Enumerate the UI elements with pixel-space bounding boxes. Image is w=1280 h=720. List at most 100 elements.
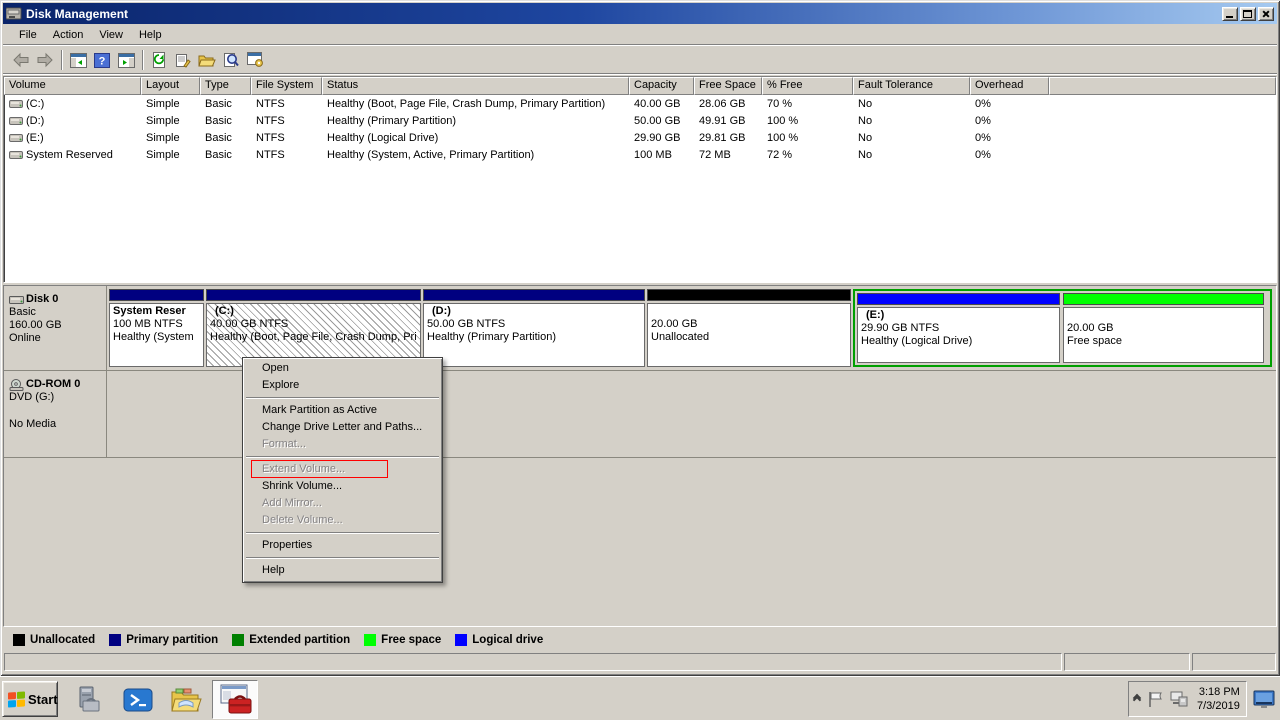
legend-unallocated: Unallocated	[13, 634, 95, 646]
status-bar	[3, 651, 1277, 673]
column-fault-tolerance[interactable]: Fault Tolerance	[853, 77, 970, 95]
column-volume[interactable]: Volume	[4, 77, 141, 95]
taskbar-clock[interactable]: 3:18 PM 7/3/2019	[1197, 685, 1240, 713]
column-file-system[interactable]: File System	[251, 77, 322, 95]
svg-text:?: ?	[99, 55, 106, 67]
menu-separator	[246, 397, 439, 399]
volume-row-c[interactable]: (C:) Simple Basic NTFS Healthy (Boot, Pa…	[4, 95, 1276, 112]
view-button[interactable]	[219, 49, 243, 71]
properties-icon	[175, 52, 191, 68]
help-toolbar-button[interactable]: ?	[90, 49, 114, 71]
partition-system-reserved[interactable]: System Reser 100 MB NTFS Healthy (System	[109, 289, 204, 367]
partition-unallocated[interactable]: 20.00 GB Unallocated	[647, 289, 851, 367]
menu-view[interactable]: View	[91, 27, 131, 43]
menu-item-properties[interactable]: Properties	[244, 537, 441, 554]
close-button[interactable]	[1258, 7, 1274, 21]
menu-item-open[interactable]: Open	[244, 360, 441, 377]
menu-item-help[interactable]: Help	[244, 562, 441, 579]
menu-item-mark-partition-active[interactable]: Mark Partition as Active	[244, 402, 441, 419]
forward-button[interactable]	[33, 49, 57, 71]
menu-item-explore[interactable]: Explore	[244, 377, 441, 394]
disk0-size: 160.00 GB	[9, 319, 106, 332]
legend-swatch-unallocated	[13, 634, 25, 646]
cdrom-status: No Media	[9, 418, 106, 431]
legend-logical-drive: Logical drive	[455, 634, 543, 646]
refresh-button[interactable]	[147, 49, 171, 71]
show-action-pane-button[interactable]	[114, 49, 138, 71]
window-title: Disk Management	[26, 7, 1220, 21]
disk-icon	[9, 295, 24, 305]
console-tree-icon	[70, 53, 87, 68]
column-layout[interactable]: Layout	[141, 77, 200, 95]
disk0-partitions: System Reser 100 MB NTFS Healthy (System…	[109, 289, 1272, 367]
explorer-button[interactable]	[168, 683, 204, 716]
menu-item-add-mirror[interactable]: Add Mirror...	[244, 495, 441, 512]
server-manager-button[interactable]	[70, 683, 106, 716]
unallocated-band	[647, 289, 851, 301]
start-button[interactable]: Start	[2, 681, 58, 717]
tray-expand-button[interactable]	[1134, 695, 1140, 703]
free-space-band	[1063, 293, 1264, 305]
window-gear-icon	[247, 52, 264, 68]
computer-management-task-button[interactable]	[212, 680, 258, 719]
legend-swatch-extended	[232, 634, 244, 646]
minimize-button[interactable]	[1222, 7, 1238, 21]
menu-separator	[246, 532, 439, 534]
show-desktop-icon	[1253, 689, 1275, 709]
toolbar: ?	[3, 47, 1277, 74]
taskbar: Start 3:18 PM 7/3/2019	[0, 676, 1280, 720]
disk0-label[interactable]: Disk 0 Basic 160.00 GB Online	[4, 286, 107, 370]
volume-icon	[9, 99, 23, 109]
menu-item-format[interactable]: Format...	[244, 436, 441, 453]
menu-separator	[246, 557, 439, 559]
legend-swatch-free	[364, 634, 376, 646]
partition-c[interactable]: (C:) 40.00 GB NTFS Healthy (Boot, Page F…	[206, 289, 421, 367]
menu-help[interactable]: Help	[131, 27, 170, 43]
minimize-icon	[1226, 16, 1233, 18]
graphical-view-pane: Disk 0 Basic 160.00 GB Online System Res…	[3, 285, 1277, 627]
app-icon	[6, 7, 22, 21]
menu-file[interactable]: File	[11, 27, 45, 43]
menu-action[interactable]: Action	[45, 27, 92, 43]
back-arrow-icon	[12, 52, 30, 68]
menu-item-extend-volume[interactable]: Extend Volume...	[244, 461, 441, 478]
magnifier-icon	[223, 52, 239, 68]
menu-item-shrink-volume[interactable]: Shrink Volume...	[244, 478, 441, 495]
windows-logo-icon	[8, 691, 25, 707]
volume-list-pane: Volume Layout Type File System Status Ca…	[3, 76, 1277, 283]
explorer-folder-icon	[170, 687, 202, 713]
back-button[interactable]	[9, 49, 33, 71]
cdrom-label[interactable]: CD-ROM 0 DVD (G:) No Media	[4, 371, 107, 457]
maximize-button[interactable]	[1240, 7, 1256, 21]
volume-list-header: Volume Layout Type File System Status Ca…	[4, 77, 1276, 95]
partition-free-space[interactable]: 20.00 GB Free space	[1063, 293, 1264, 363]
partition-d[interactable]: (D:) 50.00 GB NTFS Healthy (Primary Part…	[423, 289, 645, 367]
menu-item-change-drive-letter[interactable]: Change Drive Letter and Paths...	[244, 419, 441, 436]
column-free-space[interactable]: Free Space	[694, 77, 762, 95]
column-capacity[interactable]: Capacity	[629, 77, 694, 95]
powershell-icon	[123, 686, 153, 714]
column-status[interactable]: Status	[322, 77, 629, 95]
open-folder-button[interactable]	[195, 49, 219, 71]
volume-row-e[interactable]: (E:) Simple Basic NTFS Healthy (Logical …	[4, 129, 1276, 146]
column-pct-free[interactable]: % Free	[762, 77, 853, 95]
volume-row-d[interactable]: (D:) Simple Basic NTFS Healthy (Primary …	[4, 112, 1276, 129]
show-desktop-button[interactable]	[1252, 686, 1276, 711]
help-icon: ?	[94, 53, 110, 68]
show-console-tree-button[interactable]	[66, 49, 90, 71]
legend-free-space: Free space	[364, 634, 441, 646]
powershell-button[interactable]	[120, 683, 156, 716]
action-center-flag-icon[interactable]	[1147, 690, 1163, 708]
menu-item-delete-volume[interactable]: Delete Volume...	[244, 512, 441, 529]
volume-row-system-reserved[interactable]: System Reserved Simple Basic NTFS Health…	[4, 146, 1276, 163]
console-settings-button[interactable]	[243, 49, 267, 71]
disk0-row: Disk 0 Basic 160.00 GB Online System Res…	[4, 286, 1276, 371]
column-type[interactable]: Type	[200, 77, 251, 95]
column-overhead[interactable]: Overhead	[970, 77, 1049, 95]
partition-e[interactable]: (E:) 29.90 GB NTFS Healthy (Logical Driv…	[857, 293, 1060, 363]
titlebar[interactable]: Disk Management	[3, 3, 1277, 24]
clock-date: 7/3/2019	[1197, 699, 1240, 713]
server-manager-icon	[73, 685, 103, 715]
network-icon[interactable]	[1170, 691, 1188, 707]
properties-button[interactable]	[171, 49, 195, 71]
